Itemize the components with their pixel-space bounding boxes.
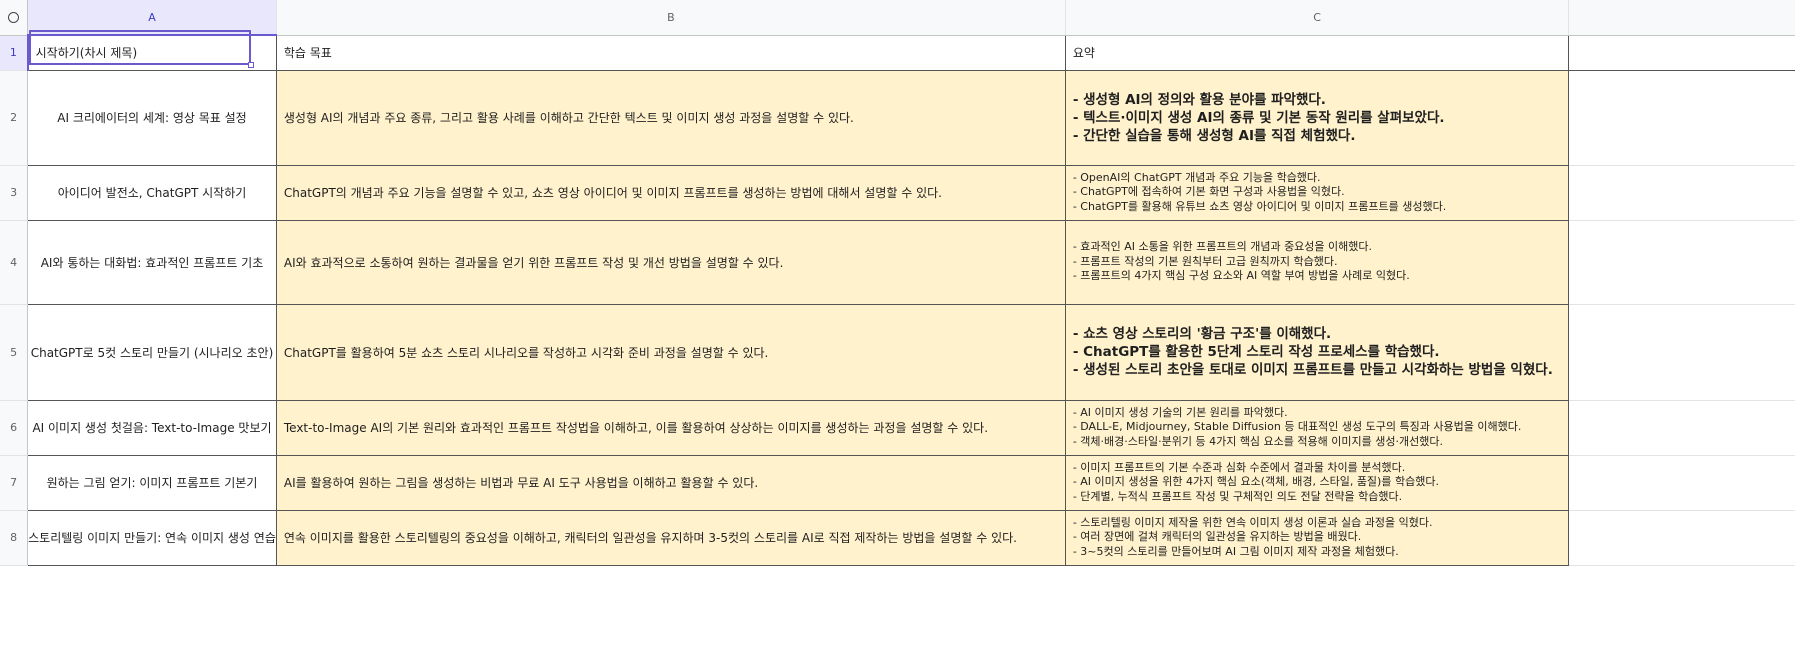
- table-row: 7 원하는 그림 얻기: 이미지 프롬프트 기본기 AI를 활용하여 원하는 그림을…: [0, 455, 1795, 511]
- summary-line: - 3~5컷의 스토리를 만들어보며 AI 그림 이미지 제작 과정을 체험했다…: [1072, 544, 1399, 558]
- summary-line: - 효과적인 AI 소통을 위한 프롬프트의 개념과 중요성을 이해했다.: [1072, 240, 1373, 254]
- table-row: 1 시작하기(차시 제목) 학습 목표 요약: [0, 35, 1795, 71]
- summary-line: - 생성형 AI의 정의와 활용 분야를 파악했다.: [1072, 91, 1326, 108]
- summary-line: - 프롬프트 작성의 기본 원칙부터 고급 원칙까지 학습했다.: [1072, 254, 1338, 268]
- summary-line: - 이미지 프롬프트의 기본 수준과 심화 수준에서 결과물 차이를 분석했다.: [1072, 460, 1406, 474]
- cell-summary[interactable]: - AI 이미지 생성 기술의 기본 원리를 파악했다. - DALL-E, Mi…: [1065, 400, 1570, 456]
- cell-learning-goal[interactable]: 학습 목표: [276, 35, 1066, 71]
- cell-lesson-title[interactable]: 시작하기(차시 제목): [27, 35, 277, 71]
- table-row: 2 AI 크리에이터의 세계: 영상 목표 설정 생성형 AI의 개념과 주요 종류…: [0, 70, 1795, 166]
- column-header-c[interactable]: C: [1065, 0, 1570, 36]
- select-all-icon: [8, 12, 20, 24]
- summary-line: - 쇼츠 영상 스토리의 '황금 구조'를 이해했다.: [1072, 326, 1332, 342]
- cell-empty[interactable]: [1568, 400, 1795, 456]
- cell-lesson-title[interactable]: AI와 통하는 대화법: 효과적인 프롬프트 기초: [27, 220, 277, 305]
- cell-learning-goal[interactable]: 생성형 AI의 개념과 주요 종류, 그리고 활용 사례를 이해하고 간단한 텍…: [276, 70, 1066, 166]
- spreadsheet-grid: A B C 1 시작하기(차시 제목) 학습 목표 요약 2 AI 크리에이터의 세계: …: [0, 0, 1795, 566]
- summary-line: - 스토리텔링 이미지 제작을 위한 연속 이미지 생성 이론과 실습 과정을 …: [1072, 515, 1433, 529]
- fill-handle[interactable]: [248, 62, 254, 68]
- row-header[interactable]: 8: [0, 510, 29, 566]
- cell-summary[interactable]: - 쇼츠 영상 스토리의 '황금 구조'를 이해했다. - ChatGPT를 활용…: [1065, 304, 1570, 401]
- cell-learning-goal[interactable]: AI를 활용하여 원하는 그림을 생성하는 비법과 무료 AI 도구 사용법을 …: [276, 455, 1066, 511]
- summary-line: - 객체·배경·스타일·분위기 등 4가지 핵심 요소를 적용해 이미지를 생성…: [1072, 434, 1443, 448]
- summary-line: - 여러 장면에 걸쳐 캐릭터의 일관성을 유지하는 방법을 배웠다.: [1072, 530, 1362, 544]
- cell-summary[interactable]: - 스토리텔링 이미지 제작을 위한 연속 이미지 생성 이론과 실습 과정을 …: [1065, 510, 1570, 566]
- cell-empty[interactable]: [1568, 510, 1795, 566]
- cell-empty[interactable]: [1568, 304, 1795, 401]
- summary-line: - ChatGPT를 활용해 유튜브 쇼츠 영상 아이디어 및 이미지 프롬프트…: [1072, 199, 1447, 213]
- cell-summary[interactable]: - 생성형 AI의 정의와 활용 분야를 파악했다. - 텍스트·이미지 생성 A…: [1065, 70, 1570, 166]
- cell-empty[interactable]: [1568, 165, 1795, 221]
- cell-lesson-title[interactable]: ChatGPT로 5컷 스토리 만들기 (시나리오 초안): [27, 304, 277, 401]
- cell-lesson-title[interactable]: AI 이미지 생성 첫걸음: Text-to-Image 맛보기: [27, 400, 277, 456]
- row-header[interactable]: 5: [0, 304, 29, 401]
- cell-lesson-title[interactable]: 아이디어 발전소, ChatGPT 시작하기: [27, 165, 277, 221]
- cell-learning-goal[interactable]: ChatGPT의 개념과 주요 기능을 설명할 수 있고, 쇼츠 영상 아이디어…: [276, 165, 1066, 221]
- cell-lesson-title[interactable]: 원하는 그림 얻기: 이미지 프롬프트 기본기: [27, 455, 277, 511]
- summary-line: - 단계별, 누적식 프롬프트 작성 및 구체적인 의도 전달 전략을 학습했다…: [1072, 489, 1403, 503]
- row-header[interactable]: 6: [0, 400, 29, 456]
- summary-line: - ChatGPT를 활용한 5단계 스토리 작성 프로세스를 학습했다.: [1072, 344, 1440, 360]
- table-row: 3 아이디어 발전소, ChatGPT 시작하기 ChatGPT의 개념과 주요 기…: [0, 165, 1795, 221]
- cell-learning-goal[interactable]: AI와 효과적으로 소통하여 원하는 결과물을 얻기 위한 프롬프트 작성 및 …: [276, 220, 1066, 305]
- table-row: 6 AI 이미지 생성 첫걸음: Text-to-Image 맛보기 Text-to…: [0, 400, 1795, 456]
- cell-empty[interactable]: [1568, 455, 1795, 511]
- cell-summary[interactable]: - OpenAI의 ChatGPT 개념과 주요 기능을 학습했다. - Chat…: [1065, 165, 1570, 221]
- table-row: 8 스토리텔링 이미지 만들기: 연속 이미지 생성 연습 연속 이미지를 활용한 …: [0, 510, 1795, 566]
- column-header-b[interactable]: B: [276, 0, 1066, 36]
- row-header[interactable]: 7: [0, 455, 29, 511]
- summary-line: - OpenAI의 ChatGPT 개념과 주요 기능을 학습했다.: [1072, 170, 1321, 184]
- row-header[interactable]: 2: [0, 70, 29, 166]
- cell-summary[interactable]: - 효과적인 AI 소통을 위한 프롬프트의 개념과 중요성을 이해했다. - 프…: [1065, 220, 1570, 305]
- summary-line: - 생성된 스토리 초안을 토대로 이미지 프롬프트를 만들고 시각화하는 방법…: [1072, 362, 1553, 378]
- column-header-a[interactable]: A: [27, 0, 277, 36]
- cell-empty[interactable]: [1568, 70, 1795, 166]
- cell-empty[interactable]: [1568, 220, 1795, 305]
- row-header[interactable]: 3: [0, 165, 29, 221]
- table-row: 5 ChatGPT로 5컷 스토리 만들기 (시나리오 초안) ChatGPT를 활…: [0, 304, 1795, 401]
- summary-line: - AI 이미지 생성 기술의 기본 원리를 파악했다.: [1072, 405, 1288, 419]
- summary-line: - 간단한 실습을 통해 생성형 AI를 직접 체험했다.: [1072, 127, 1356, 144]
- cell-lesson-title[interactable]: 스토리텔링 이미지 만들기: 연속 이미지 생성 연습: [27, 510, 277, 566]
- row-header[interactable]: 1: [0, 35, 29, 71]
- summary-line: - ChatGPT에 접속하여 기본 화면 구성과 사용법을 익혔다.: [1072, 185, 1345, 199]
- cell-learning-goal[interactable]: Text-to-Image AI의 기본 원리와 효과적인 프롬프트 작성법을 …: [276, 400, 1066, 456]
- table-row: 4 AI와 통하는 대화법: 효과적인 프롬프트 기초 AI와 효과적으로 소통하여…: [0, 220, 1795, 305]
- summary-line: - 프롬프트의 4가지 핵심 구성 요소와 AI 역할 부여 방법을 사례로 익…: [1072, 269, 1410, 283]
- select-all-corner[interactable]: [0, 0, 29, 36]
- column-header-empty[interactable]: [1568, 0, 1795, 36]
- summary-line: - 텍스트·이미지 생성 AI의 종류 및 기본 동작 원리를 살펴보았다.: [1072, 109, 1445, 126]
- cell-summary[interactable]: 요약: [1065, 35, 1570, 71]
- summary-line: 요약: [1072, 46, 1095, 60]
- summary-line: - DALL-E, Midjourney, Stable Diffusion 등…: [1072, 420, 1522, 434]
- row-header[interactable]: 4: [0, 220, 29, 305]
- cell-summary[interactable]: - 이미지 프롬프트의 기본 수준과 심화 수준에서 결과물 차이를 분석했다.…: [1065, 455, 1570, 511]
- cell-lesson-title[interactable]: AI 크리에이터의 세계: 영상 목표 설정: [27, 70, 277, 166]
- summary-line: - AI 이미지 생성을 위한 4가지 핵심 요소(객체, 배경, 스타일, 품…: [1072, 475, 1439, 489]
- cell-learning-goal[interactable]: 연속 이미지를 활용한 스토리텔링의 중요성을 이해하고, 캐릭터의 일관성을 …: [276, 510, 1066, 566]
- cell-empty[interactable]: [1568, 35, 1795, 71]
- cell-learning-goal[interactable]: ChatGPT를 활용하여 5분 쇼츠 스토리 시나리오를 작성하고 시각화 준…: [276, 304, 1066, 401]
